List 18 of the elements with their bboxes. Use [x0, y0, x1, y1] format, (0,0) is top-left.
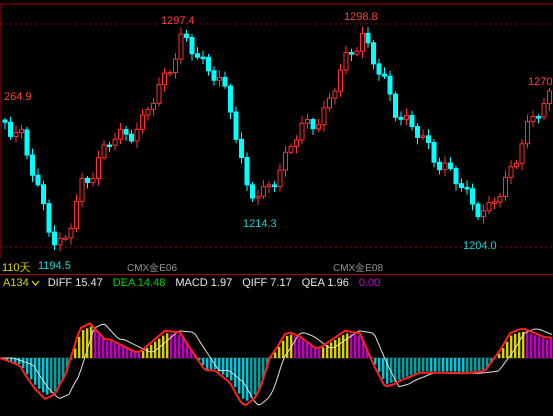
price-label: 1194.5 [38, 260, 71, 272]
price-label: 1204.0 [462, 240, 498, 252]
price-label: 1270 [527, 76, 553, 88]
indicator-value: 0.00 [358, 276, 380, 288]
price-label: 1298.8 [343, 11, 379, 23]
indicator-value: DEA 14.48 [112, 276, 166, 288]
contract-label: CMX金E06 [127, 262, 178, 275]
indicator-value: QEA 1.96 [302, 276, 349, 288]
price-label: 264.9 [3, 91, 33, 103]
period-label: 110天 [2, 261, 31, 275]
indicator-name: A134 [3, 276, 29, 288]
contract-label: CMX金E08 [333, 262, 384, 275]
price-label: 1297.4 [160, 15, 196, 27]
caret-icon[interactable] [30, 280, 40, 286]
indicator-value: DIFF 15.47 [48, 276, 103, 288]
indicator-value: MACD 1.97 [175, 276, 232, 288]
indicator-value: QIFF 7.17 [242, 276, 292, 288]
price-label: 1214.3 [242, 218, 278, 230]
